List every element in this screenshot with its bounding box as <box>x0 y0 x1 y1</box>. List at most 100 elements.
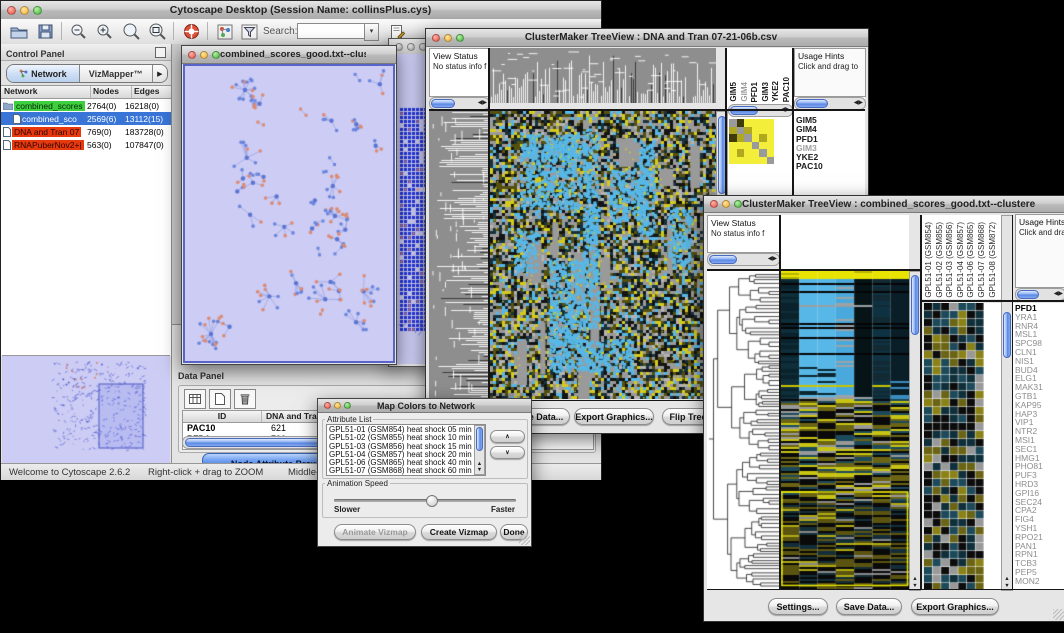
create-vizmap-button[interactable]: Create Vizmap <box>421 524 497 540</box>
network-overview-panel[interactable] <box>2 355 170 463</box>
close-button[interactable] <box>710 200 718 208</box>
matrix-cell[interactable] <box>729 134 737 142</box>
attribute-item[interactable]: GPL51-07 (GSM868) heat shock 60 min <box>329 467 485 475</box>
attribute-listbox[interactable]: GPL51-01 (GSM854) heat shock 05 minGPL51… <box>326 424 486 476</box>
matrix-cell[interactable] <box>729 149 737 157</box>
close-button[interactable] <box>324 402 331 409</box>
matrix-cell[interactable] <box>744 157 752 165</box>
float-panel-icon[interactable] <box>155 47 166 58</box>
zoom-fit-icon[interactable] <box>145 21 169 42</box>
tv1-row-dendrogram[interactable] <box>429 111 490 399</box>
matrix-cell[interactable] <box>752 142 760 150</box>
matrix-cell[interactable] <box>729 127 737 135</box>
network-graph-canvas[interactable] <box>185 66 393 361</box>
col-header-network[interactable]: Network <box>1 86 91 98</box>
matrix-cell[interactable] <box>729 119 737 127</box>
minimize-button[interactable] <box>722 200 730 208</box>
close-button[interactable] <box>432 34 440 42</box>
main-titlebar[interactable]: Cytoscape Desktop (Session Name: collins… <box>1 1 601 20</box>
close-button[interactable] <box>7 6 16 15</box>
tv2-status-hscrollbar[interactable]: ◀▶ <box>707 253 780 266</box>
animate-vizmap-button[interactable]: Animate Vizmap <box>334 524 416 540</box>
attribute-list-vscrollbar[interactable]: ▲▼ <box>474 425 485 475</box>
tv2-gene-labels[interactable]: PFD1YRA1RNR4MSL1SPC98CLN1NIS1BUD4ELG1MAK… <box>1015 304 1063 588</box>
filter-icon[interactable] <box>237 21 261 42</box>
matrix-cell[interactable] <box>744 119 752 127</box>
open-folder-icon[interactable] <box>7 21 31 42</box>
matrix-cell[interactable] <box>759 157 767 165</box>
zoom-button[interactable] <box>33 6 42 15</box>
tv1-row-labels[interactable]: GIM5GIM4PFD1GIM3YKE2PAC10 <box>796 116 862 176</box>
vizmap-icon[interactable] <box>213 21 237 42</box>
matrix-cell[interactable] <box>744 127 752 135</box>
tv2-heatmap[interactable] <box>781 271 909 589</box>
treeview1-titlebar[interactable]: ClusterMaker TreeView : DNA and Tran 07-… <box>426 29 868 47</box>
overview-canvas[interactable] <box>2 356 170 463</box>
tv1-column-dendrogram[interactable] <box>490 48 716 103</box>
tab-network[interactable]: Network <box>7 65 80 82</box>
matrix-cell[interactable] <box>729 157 737 165</box>
tv1-heatmap[interactable] <box>490 111 716 399</box>
search-input[interactable] <box>297 23 368 39</box>
zoom-button[interactable] <box>212 51 220 59</box>
matrix-cell[interactable] <box>737 127 745 135</box>
search-dropdown-button[interactable]: ▾ <box>364 23 379 41</box>
matrix-cell[interactable] <box>767 134 775 142</box>
matrix-cell[interactable] <box>752 127 760 135</box>
dialog-titlebar[interactable]: Map Colors to Network <box>318 399 531 413</box>
data-panel-table-icon[interactable] <box>184 389 206 409</box>
animation-speed-slider[interactable] <box>334 495 516 505</box>
matrix-cell[interactable] <box>737 157 745 165</box>
col-header-edges[interactable]: Edges <box>132 86 171 98</box>
minimize-button[interactable] <box>20 6 29 15</box>
close-button[interactable] <box>188 51 196 59</box>
matrix-cell[interactable] <box>737 134 745 142</box>
tv2-export-graphics-button[interactable]: Export Graphics... <box>911 598 999 615</box>
matrix-cell[interactable] <box>737 119 745 127</box>
zoom-out-icon[interactable] <box>67 21 91 42</box>
tv1-cluster-matrix[interactable] <box>729 119 774 164</box>
minimize-button[interactable] <box>444 34 452 42</box>
tv1-column-labels[interactable]: GIM5GIM4PFD1GIM3YKE2PAC10 <box>729 49 791 102</box>
tv2-save-data-button[interactable]: Save Data... <box>836 598 902 615</box>
tv2-column-labels[interactable]: GPL51-01 (GSM854)GPL51-02 (GSM855)GPL51-… <box>924 216 1000 298</box>
matrix-cell[interactable] <box>744 142 752 150</box>
matrix-cell[interactable] <box>767 142 775 150</box>
matrix-cell[interactable] <box>759 134 767 142</box>
attribute-down-button[interactable]: ∨ <box>490 446 525 459</box>
matrix-cell[interactable] <box>737 149 745 157</box>
matrix-cell[interactable] <box>752 149 760 157</box>
zoom-button[interactable] <box>734 200 742 208</box>
network-row-combined-sco-selected[interactable]: combined_sco 2569(6) 13112(15) <box>1 112 171 125</box>
slider-thumb[interactable] <box>426 495 438 507</box>
network-row-dna-tran[interactable]: DNA and Tran 07 769(0) 183728(0) <box>1 125 171 138</box>
matrix-cell[interactable] <box>744 149 752 157</box>
matrix-cell[interactable] <box>752 119 760 127</box>
zoom-button[interactable] <box>456 34 464 42</box>
matrix-cell[interactable] <box>752 134 760 142</box>
tv2-settings-button[interactable]: Settings... <box>768 598 828 615</box>
tab-overflow-arrow[interactable]: ▶ <box>153 65 167 82</box>
minimize-button[interactable] <box>334 402 341 409</box>
zoom-in-icon[interactable] <box>93 21 117 42</box>
tab-vizmapper[interactable]: VizMapper™ <box>80 65 153 82</box>
treeview2-titlebar[interactable]: ClusterMaker TreeView : combined_scores_… <box>704 196 1064 213</box>
tv2-detail-heatmap[interactable] <box>924 303 984 589</box>
attribute-up-button[interactable]: ∧ <box>490 430 525 443</box>
minimize-button[interactable] <box>200 51 208 59</box>
window-controls[interactable] <box>7 6 42 15</box>
matrix-cell[interactable] <box>737 142 745 150</box>
matrix-cell[interactable] <box>759 149 767 157</box>
save-icon[interactable] <box>33 21 57 42</box>
network-row-combined-scores[interactable]: combined_scores 2764(0) 16218(0) <box>1 99 171 112</box>
resize-grip[interactable] <box>519 534 530 545</box>
help-lifering-icon[interactable] <box>179 21 203 42</box>
matrix-cell[interactable] <box>744 134 752 142</box>
zoom-button[interactable] <box>344 402 351 409</box>
resize-grip[interactable] <box>1053 609 1064 620</box>
minimize-button[interactable] <box>407 43 415 51</box>
matrix-cell[interactable] <box>767 119 775 127</box>
matrix-cell[interactable] <box>729 142 737 150</box>
matrix-cell[interactable] <box>752 157 760 165</box>
col-header-nodes[interactable]: Nodes <box>91 86 132 98</box>
